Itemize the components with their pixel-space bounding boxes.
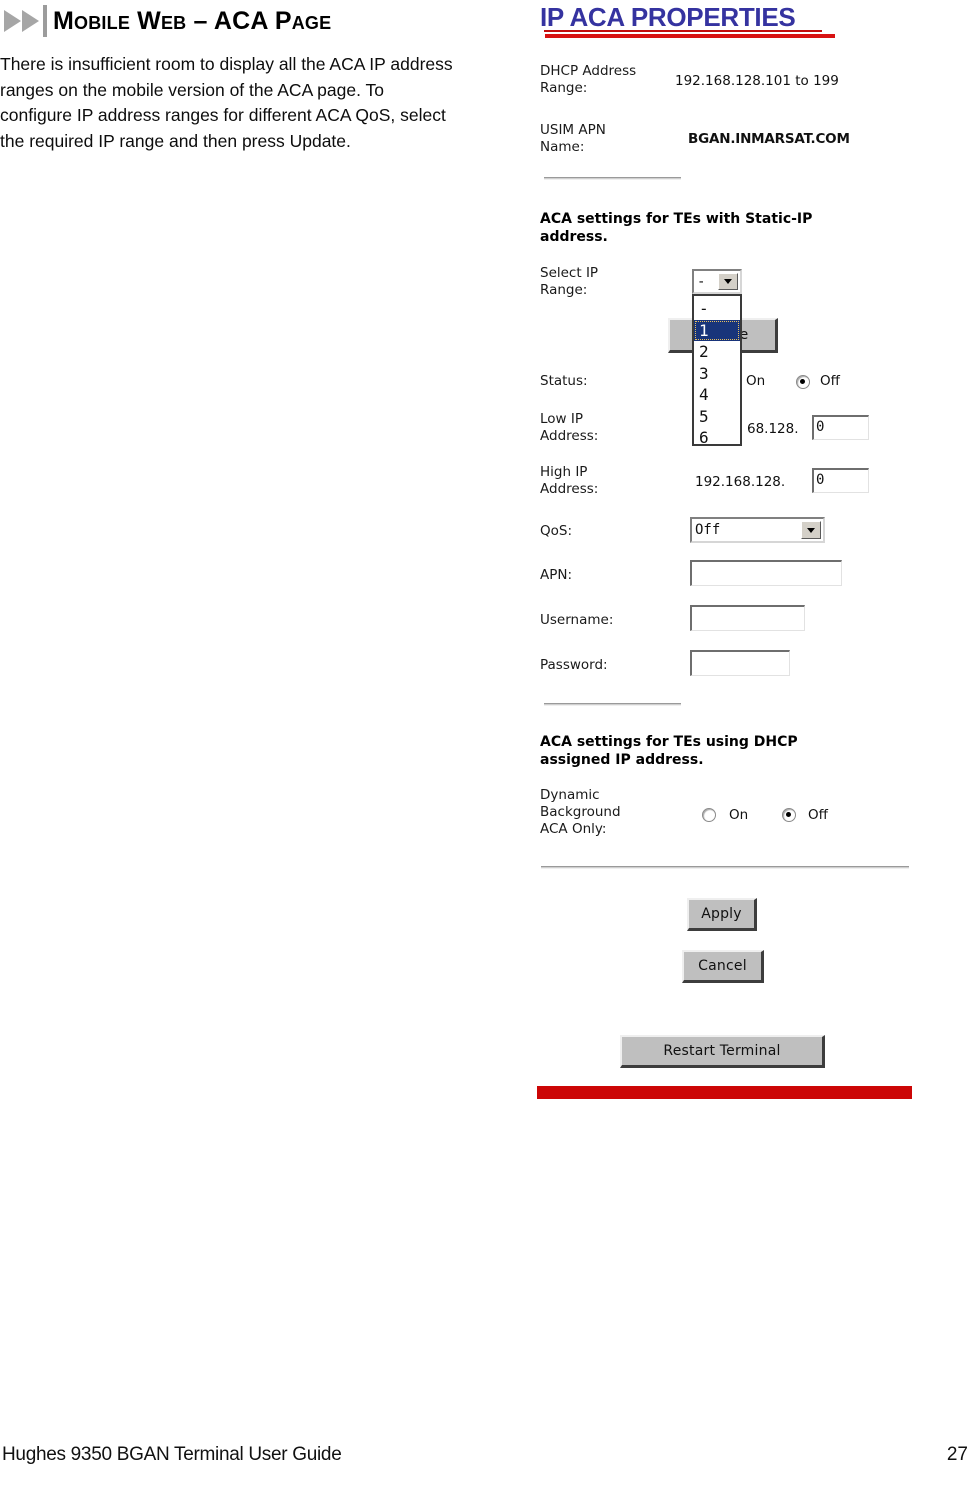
high-ip-address-label: High IP Address: (540, 464, 599, 497)
high-ip-input[interactable]: 0 (812, 468, 869, 493)
status-on-label: On (746, 373, 766, 389)
restart-terminal-button[interactable]: Restart Terminal (620, 1035, 825, 1068)
dropdown-option[interactable]: 5 (694, 406, 740, 428)
page-title: Mobile Web – ACA Page (53, 6, 332, 35)
title-rule-thin (544, 30, 822, 32)
qos-label: QoS: (540, 523, 573, 539)
select-ip-range-dropdown[interactable]: - (692, 269, 742, 294)
dhcp-section-heading: ACA settings for TEs using DHCP assigned… (540, 734, 798, 768)
dhcp-address-range-value: 192.168.128.101 to 199 (675, 73, 839, 89)
username-input[interactable] (690, 605, 805, 631)
dhcp-address-range-label: DHCP Address Range: (540, 63, 637, 96)
qos-value: Off (695, 522, 721, 538)
divider-bottom (541, 866, 909, 869)
dynamic-aca-off-label: Off (808, 807, 828, 823)
page-footer: Hughes 9350 BGAN Terminal User Guide 27 (0, 1444, 974, 1474)
screenshot-title: IP ACA PROPERTIES (540, 2, 796, 32)
status-off-radio[interactable] (796, 375, 810, 389)
apn-input[interactable] (690, 560, 842, 586)
apn-label: APN: (540, 567, 573, 583)
static-ip-section-heading: ACA settings for TEs with Static-IP addr… (540, 211, 813, 245)
select-ip-range-label: Select IP Range: (540, 265, 599, 298)
dropdown-option[interactable]: 4 (694, 384, 740, 406)
usim-apn-name-label: USIM APN Name: (540, 122, 606, 155)
status-label: Status: (540, 373, 588, 389)
title-rule-red (545, 34, 835, 38)
heading-divider-bar (43, 5, 47, 37)
select-ip-range-value: - (697, 273, 706, 290)
low-ip-input[interactable]: 0 (812, 415, 869, 440)
dynamic-background-aca-label: Dynamic Background ACA Only: (540, 787, 621, 837)
usim-apn-name-value: BGAN.INMARSAT.COM (688, 131, 850, 147)
chevron-down-icon[interactable] (718, 273, 738, 290)
dropdown-option[interactable]: 3 (694, 363, 740, 385)
divider-top (544, 177, 681, 180)
dynamic-aca-on-radio[interactable] (702, 808, 716, 822)
chevron-down-icon[interactable] (801, 521, 821, 539)
low-ip-address-label: Low IP Address: (540, 411, 599, 444)
footer-document-title: Hughes 9350 BGAN Terminal User Guide (2, 1444, 342, 1465)
select-ip-range-option-list[interactable]: - 1 2 3 4 5 6 (692, 294, 742, 449)
dropdown-option-selected[interactable]: 1 (694, 319, 740, 341)
double-triangle-icon (4, 10, 39, 32)
high-ip-prefix: 192.168.128. (695, 474, 786, 490)
qos-dropdown[interactable]: Off (690, 517, 825, 543)
dropdown-option[interactable]: 2 (694, 341, 740, 363)
password-label: Password: (540, 657, 608, 673)
apply-button[interactable]: Apply (687, 898, 757, 931)
dynamic-aca-off-radio[interactable] (782, 808, 796, 822)
bottom-red-bar (537, 1086, 912, 1099)
dynamic-aca-on-label: On (729, 807, 749, 823)
dropdown-option[interactable]: 6 (694, 427, 740, 449)
divider-middle (544, 703, 681, 706)
cancel-button[interactable]: Cancel (682, 950, 764, 983)
footer-page-number: 27 (946, 1444, 968, 1465)
dropdown-option[interactable]: - (694, 298, 740, 320)
aca-properties-screenshot: IP ACA PROPERTIES DHCP Address Range: 19… (520, 0, 974, 1120)
username-label: Username: (540, 612, 614, 628)
password-input[interactable] (690, 650, 790, 676)
low-ip-prefix: 68.128. (747, 421, 799, 437)
page-heading-row: Mobile Web – ACA Page (0, 2, 331, 40)
status-off-label: Off (820, 373, 840, 389)
body-paragraph: There is insufficient room to display al… (0, 54, 453, 151)
